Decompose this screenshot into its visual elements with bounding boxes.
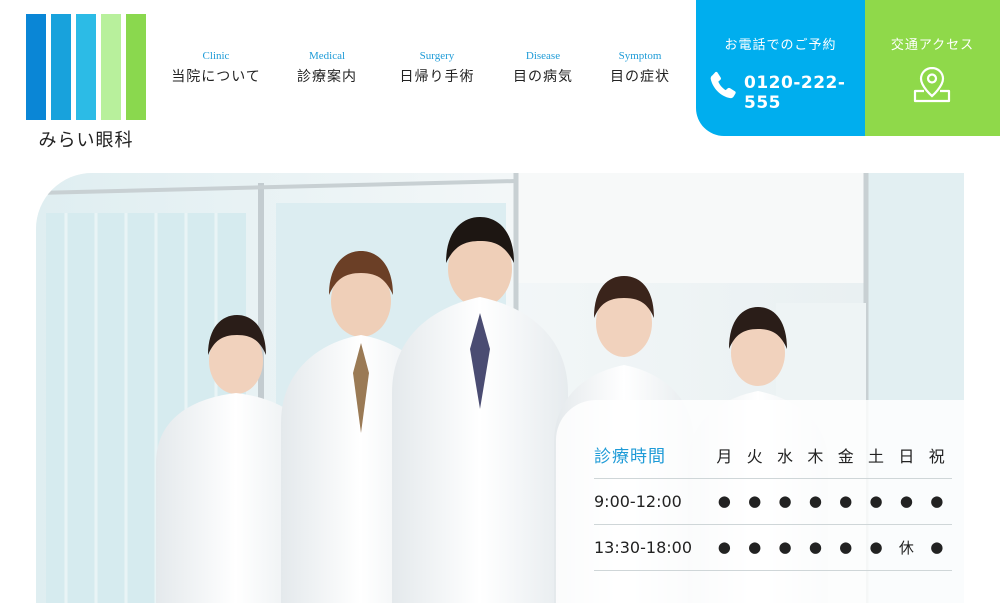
nav-item-en-label: Medical <box>308 50 346 62</box>
nav-item-surgery[interactable]: Surgery 日帰り手術 <box>387 49 487 86</box>
time-slot-label: 13:30-18:00 <box>594 524 710 571</box>
logo-bar <box>101 14 121 120</box>
table-row: 9:00-12:00 ● ● ● ● ● ● ● ● <box>594 478 952 525</box>
day-header: 木 <box>800 432 831 479</box>
nav-item-label: 目の症状 <box>610 69 670 85</box>
logo-bar <box>126 14 146 120</box>
nav-item-disease[interactable]: Disease 目の病気 <box>493 49 593 86</box>
nav-item-en-label: Surgery <box>419 50 455 62</box>
table-row: 13:30-18:00 ● ● ● ● ● ● 休 ● <box>594 524 952 571</box>
day-header: 月 <box>709 432 740 479</box>
clinic-name: みらい眼科 <box>38 130 134 151</box>
open-mark: ● <box>709 478 740 525</box>
open-mark: ● <box>769 524 801 571</box>
main-nav: Clinic 当院について Medical 診療案内 Surgery 日帰り手術… <box>166 49 676 91</box>
nav-item-label: 日帰り手術 <box>399 69 475 85</box>
phone-row: 0120-222-555 <box>706 68 862 113</box>
open-mark: ● <box>860 524 892 571</box>
open-mark: ● <box>800 478 831 525</box>
open-mark: ● <box>739 524 770 571</box>
nav-item-medical[interactable]: Medical 診療案内 <box>277 49 377 86</box>
access-button[interactable]: 交通アクセス <box>865 0 1000 136</box>
clinic-hours-table: 診療時間 月 火 水 木 金 土 日 祝 9:00-12:00 ● ● ● ● … <box>594 432 952 571</box>
logo[interactable]: みらい眼科 <box>26 14 146 152</box>
map-pin-icon <box>913 66 951 103</box>
nav-item-label: 目の病気 <box>513 69 573 85</box>
nav-item-en-label: Clinic <box>202 50 230 62</box>
hours-header-row: 診療時間 月 火 水 木 金 土 日 祝 <box>594 432 952 479</box>
open-mark: ● <box>921 478 952 525</box>
open-mark: ● <box>769 478 801 525</box>
nav-item-label: 診療案内 <box>297 69 357 85</box>
open-mark: ● <box>921 524 952 571</box>
logo-bar <box>76 14 96 120</box>
phone-reservation-label: お電話でのご予約 <box>724 38 837 53</box>
day-header: 日 <box>891 432 922 479</box>
open-mark: ● <box>739 478 770 525</box>
open-mark: ● <box>860 478 892 525</box>
nav-item-en-label: Disease <box>525 50 561 62</box>
nav-item-en-label: Symptom <box>618 50 662 62</box>
access-label: 交通アクセス <box>890 38 975 53</box>
logo-bar <box>51 14 71 120</box>
day-header: 火 <box>739 432 770 479</box>
clinic-hours-panel: 診療時間 月 火 水 木 金 土 日 祝 9:00-12:00 ● ● ● ● … <box>556 400 964 603</box>
day-header: 祝 <box>921 432 952 479</box>
nav-item-label: 当院について <box>171 69 261 85</box>
hours-title: 診療時間 <box>594 432 710 479</box>
phone-icon <box>710 71 736 99</box>
day-header: 金 <box>830 432 861 479</box>
time-slot-label: 9:00-12:00 <box>594 478 710 525</box>
nav-item-symptom[interactable]: Symptom 目の症状 <box>590 49 690 86</box>
open-mark: ● <box>800 524 831 571</box>
open-mark: ● <box>830 524 861 571</box>
open-mark: ● <box>709 524 740 571</box>
day-header: 土 <box>860 432 892 479</box>
open-mark: ● <box>830 478 861 525</box>
phone-reservation-button[interactable]: お電話でのご予約 0120-222-555 <box>696 0 865 136</box>
closed-mark: 休 <box>891 524 922 571</box>
logo-bars <box>26 14 146 120</box>
open-mark: ● <box>891 478 922 525</box>
phone-number: 0120-222-555 <box>744 73 846 113</box>
logo-bar <box>26 14 46 120</box>
day-header: 水 <box>769 432 801 479</box>
nav-item-clinic[interactable]: Clinic 当院について <box>166 49 266 86</box>
